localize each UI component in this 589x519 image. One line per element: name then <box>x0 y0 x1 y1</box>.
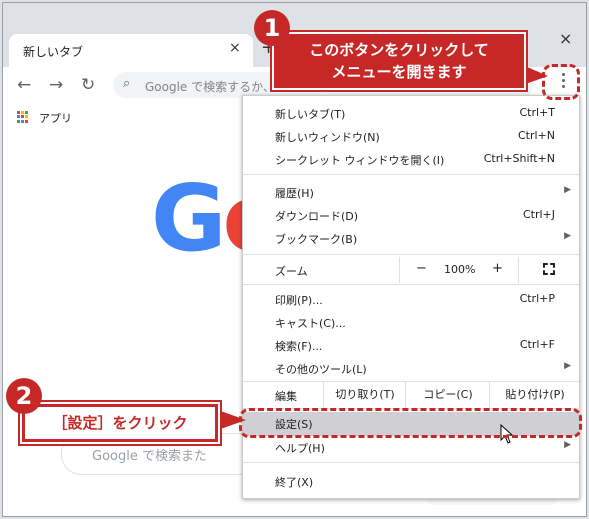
menu-separator <box>243 462 579 463</box>
menu-label: 新しいウィンドウ(N) <box>275 131 380 144</box>
zoom-level: 100% <box>444 263 476 276</box>
callout-1-line2: メニューを開きます <box>331 63 467 81</box>
reload-icon[interactable]: ↻ <box>81 75 95 95</box>
menu-item-incognito[interactable]: シークレット ウィンドウを開く(I) Ctrl+Shift+N <box>243 148 579 170</box>
menu-shortcut: Ctrl+P <box>519 292 555 305</box>
window-close-icon[interactable]: × <box>559 29 572 48</box>
menu-label: ズーム <box>275 265 308 278</box>
callout-1-line1: このボタンをクリックして <box>309 41 489 59</box>
menu-item-bookmarks[interactable]: ブックマーク(B) ▶ <box>243 227 579 249</box>
submenu-arrow-icon: ▶ <box>564 231 571 241</box>
menu-item-new-tab[interactable]: 新しいタブ(T) Ctrl+T <box>243 102 579 124</box>
menu-label: ダウンロード(D) <box>275 210 359 223</box>
menu-label: シークレット ウィンドウを開く(I) <box>275 154 445 167</box>
menu-item-edit: 編集 切り取り(T) コピー(C) 貼り付け(P) <box>243 382 579 408</box>
menu-item-print[interactable]: 印刷(P)... Ctrl+P <box>243 288 579 310</box>
chrome-menu: 新しいタブ(T) Ctrl+T 新しいウィンドウ(N) Ctrl+N シークレッ… <box>242 95 580 499</box>
callout-step-2: ［設定］をクリック <box>20 402 220 444</box>
zoom-in-button[interactable]: + <box>492 261 503 276</box>
copy-button[interactable]: コピー(C) <box>405 382 490 408</box>
submenu-arrow-icon: ▶ <box>564 361 571 371</box>
tab-title: 新しいタブ <box>23 45 84 59</box>
bookmark-apps[interactable]: アプリ <box>39 110 72 126</box>
cut-button[interactable]: 切り取り(T) <box>323 382 406 408</box>
menu-item-find[interactable]: 検索(F)... Ctrl+F <box>243 334 579 356</box>
back-icon[interactable]: ← <box>17 75 31 95</box>
step-2-badge: 2 <box>6 378 42 414</box>
zoom-out-button[interactable]: − <box>416 261 427 276</box>
tab-new-tab[interactable]: 新しいタブ × <box>9 34 253 67</box>
submenu-arrow-icon: ▶ <box>564 440 571 450</box>
menu-label: 検索(F)... <box>275 340 323 353</box>
fullscreen-icon <box>543 263 555 275</box>
menu-item-zoom: ズーム − 100% + <box>243 257 579 283</box>
page-search-placeholder: Google で検索また <box>92 449 207 464</box>
menu-item-cast[interactable]: キャスト(C)... <box>243 311 579 333</box>
submenu-arrow-icon: ▶ <box>564 185 571 195</box>
menu-shortcut: Ctrl+F <box>519 338 555 351</box>
menu-item-more-tools[interactable]: その他のツール(L) ▶ <box>243 357 579 379</box>
menu-shortcut: Ctrl+J <box>522 208 555 221</box>
menu-label: 新しいタブ(T) <box>275 108 346 121</box>
menu-label: 履歴(H) <box>275 187 314 200</box>
menu-shortcut: Ctrl+T <box>519 106 555 119</box>
menu-label: その他のツール(L) <box>275 363 367 376</box>
menu-separator <box>243 174 579 175</box>
menu-label: ブックマーク(B) <box>275 233 358 246</box>
menu-item-exit[interactable]: 終了(X) <box>243 470 579 492</box>
menu-separator <box>243 284 579 285</box>
callout-step-1: このボタンをクリックして メニューを開きます <box>272 32 526 90</box>
apps-grid-icon[interactable] <box>17 111 29 123</box>
menu-shortcut: Ctrl+Shift+N <box>483 152 555 165</box>
menu-label: 編集 <box>275 390 297 403</box>
paste-button[interactable]: 貼り付け(P) <box>489 382 580 408</box>
menu-shortcut: Ctrl+N <box>517 129 555 142</box>
menu-item-help[interactable]: ヘルプ(H) ▶ <box>243 436 579 458</box>
zoom-controls: − 100% + <box>399 257 580 283</box>
forward-icon[interactable]: → <box>49 75 63 95</box>
menu-item-new-window[interactable]: 新しいウィンドウ(N) Ctrl+N <box>243 125 579 147</box>
menu-label: 印刷(P)... <box>275 294 323 307</box>
search-icon: ⌕ <box>123 76 131 91</box>
menu-item-downloads[interactable]: ダウンロード(D) Ctrl+J <box>243 204 579 226</box>
menu-separator <box>243 254 579 255</box>
menu-item-history[interactable]: 履歴(H) ▶ <box>243 181 579 203</box>
menu-label: 終了(X) <box>275 476 314 489</box>
menu-label: ヘルプ(H) <box>275 442 325 455</box>
fullscreen-button[interactable] <box>518 257 581 283</box>
settings-highlight <box>239 408 582 438</box>
menu-label: キャスト(C)... <box>275 317 346 330</box>
step-1-badge: 1 <box>254 10 290 46</box>
callout-2-text: ［設定］をクリック <box>25 407 215 439</box>
tab-close-icon[interactable]: × <box>229 40 241 56</box>
